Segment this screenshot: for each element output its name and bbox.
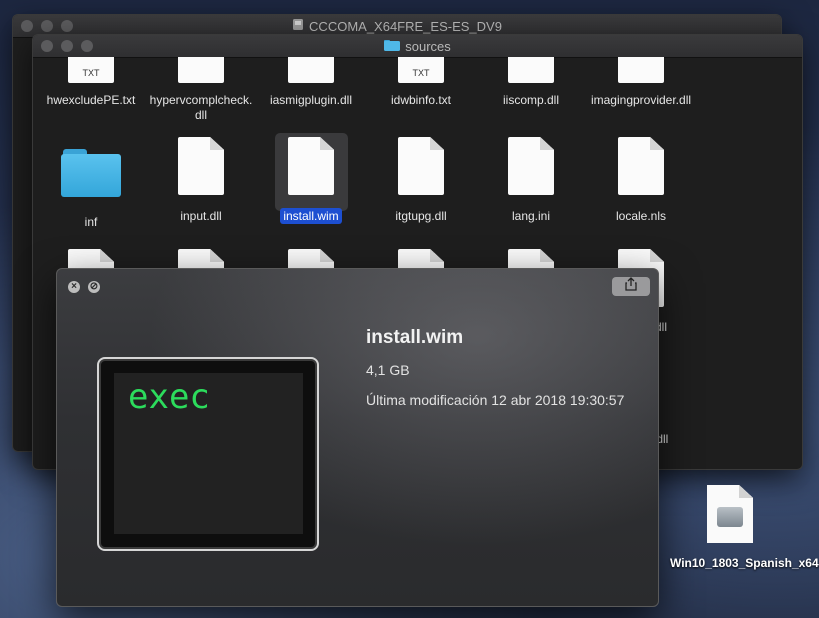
window-controls: [41, 40, 93, 52]
file-item[interactable]: iasmigplugin.dll: [256, 57, 366, 108]
disk-icon: [292, 18, 304, 34]
share-icon: [624, 277, 638, 296]
file-label: idwbinfo.txt: [390, 93, 452, 107]
desktop-file-label: Win10_1803_Spanish_x64.iso: [670, 556, 819, 570]
file-label: locale.nls: [615, 209, 667, 223]
document-icon: [178, 57, 224, 83]
modified-date: Última modificación 12 abr 2018 19:30:57: [366, 392, 625, 408]
document-icon: [288, 137, 334, 195]
file-item[interactable]: iiscomp.dll: [476, 57, 586, 108]
window-title: sources: [405, 38, 451, 54]
quicklook-panel[interactable]: × ⊘ exec install.wim 4,1 GB Última modif…: [56, 268, 659, 607]
window-title: CCCOMA_X64FRE_ES-ES_DV9: [309, 18, 502, 34]
window-controls: [21, 20, 73, 32]
file-item[interactable]: install.wim: [256, 137, 366, 224]
text-file-icon: TXT: [398, 57, 444, 83]
file-item[interactable]: inf: [36, 143, 146, 230]
document-icon: [288, 57, 334, 83]
file-label: hwexcludePE.txt: [46, 93, 136, 107]
document-icon: [508, 137, 554, 195]
file-label: inf: [84, 215, 98, 229]
zoom-button[interactable]: [61, 20, 73, 32]
file-item[interactable]: lang.ini: [476, 137, 586, 224]
file-label-selected: install.wim: [256, 208, 366, 224]
document-icon: [618, 137, 664, 195]
file-label: itgtupg.dll: [395, 209, 447, 223]
minimize-button[interactable]: [41, 20, 53, 32]
file-name: install.wim: [366, 327, 464, 348]
file-item[interactable]: TXT hwexcludePE.txt: [36, 57, 146, 108]
file-label: imagingprovider.dll: [590, 93, 692, 107]
file-size: 4,1 GB: [366, 362, 410, 378]
document-icon: [618, 57, 664, 83]
text-file-icon: TXT: [68, 57, 114, 83]
zoom-button[interactable]: [81, 40, 93, 52]
folder-icon: [384, 39, 401, 54]
file-label: iiscomp.dll: [502, 93, 559, 107]
folder-icon: [61, 149, 121, 197]
file-label: input.dll: [180, 209, 222, 223]
file-label: hypervcomplcheck.dll: [149, 93, 253, 122]
quicklook-fullscreen-button[interactable]: ⊘: [88, 281, 100, 293]
file-item[interactable]: locale.nls: [586, 137, 696, 224]
quicklook-close-button[interactable]: ×: [68, 281, 80, 293]
preview-text: exec: [128, 377, 210, 417]
desktop-iso-file[interactable]: Win10_1803_Spanish_x64.iso: [670, 485, 819, 571]
disk-image-icon: [707, 485, 753, 543]
close-button[interactable]: [41, 40, 53, 52]
file-label: iasmigplugin.dll: [269, 93, 353, 107]
share-button[interactable]: [612, 277, 650, 296]
terminal-preview-icon: exec: [97, 357, 319, 551]
close-button[interactable]: [21, 20, 33, 32]
file-item[interactable]: itgtupg.dll: [366, 137, 476, 224]
file-item[interactable]: imagingprovider.dll: [586, 57, 696, 108]
file-item[interactable]: TXT idwbinfo.txt: [366, 57, 476, 108]
file-label: lang.ini: [511, 209, 551, 223]
document-icon: [508, 57, 554, 83]
front-window-titlebar[interactable]: sources: [33, 35, 802, 58]
document-icon: [398, 137, 444, 195]
document-icon: [178, 137, 224, 195]
file-item[interactable]: hypervcomplcheck.dll: [146, 57, 256, 123]
minimize-button[interactable]: [61, 40, 73, 52]
file-item[interactable]: input.dll: [146, 137, 256, 224]
